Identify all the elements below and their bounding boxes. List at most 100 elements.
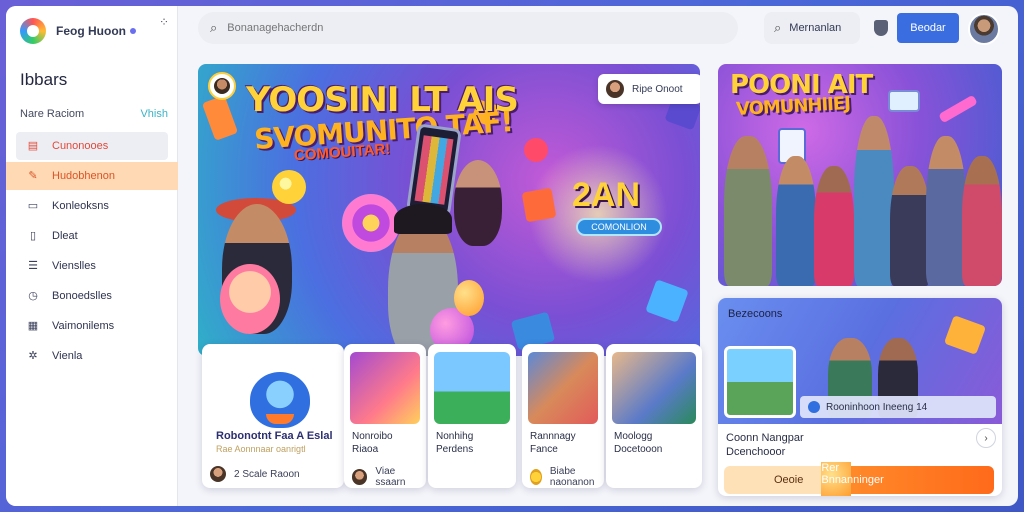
sidebar-item-konleoksns[interactable]: ▭ Konleoksns [16,192,168,220]
right-banner[interactable]: POONI AIT VOMUNHIIEJ [718,64,1002,286]
crowd-person [926,136,966,286]
hero-decoration [938,94,978,124]
sidebar-item-label: Bonoedslles [52,290,112,302]
search-bar[interactable]: ⌕ [198,12,738,44]
card-subtitle: Riaoa [352,444,379,455]
sidebar-item-cunonooes[interactable]: ▤ Cunonooes [16,132,168,160]
sidebar-item-label: Vaimonilems [52,320,115,332]
card-title: Nonhihg [436,431,474,442]
sidebar-item-label: Vienslles [52,260,96,272]
sidebar-item-vienslles[interactable]: ☰ Vienslles [16,252,168,280]
brand[interactable]: Feog Huoon [20,16,170,46]
card-meta: 2 Scale Raoon [210,466,300,482]
sidebar-nav: ▤ Cunonooes ✎ Hudobhenon ▭ Konleoksns ▯ … [6,132,178,372]
card-title: Robonotnt Faa A Eslal [216,430,333,442]
crowd-person [854,116,894,286]
avatar [352,469,368,485]
content-card[interactable]: Nonroibo Riaoa Viae ssaarn [344,344,426,488]
sidebar-subtitle-row: Nare Raciom Vhish [20,108,168,120]
avatar [210,466,226,482]
card-title: Moologg [614,431,653,442]
content-card[interactable]: Rannnagy Fance Biabe naonanon [522,344,604,488]
hero-pill-label: Ripe Onoot [632,83,683,95]
card-title: Nonroibo [352,431,393,442]
clock-icon: ◷ [28,290,38,302]
card-subtitle: Perdens [436,444,474,455]
secondary-search-button[interactable]: ⌕ Mernanlan [764,12,860,44]
sidebar-title: Ibbars [20,70,68,89]
caption-text: Rooninhoon Ineeng 14 [826,401,928,413]
sidebar-item-label: Cunonooes [52,140,109,152]
card-thumbnail [434,352,510,424]
hero-decoration [201,95,239,141]
right-card-caption: Rooninhoon Ineeng 14 [800,396,996,418]
hero-number: 2AN [572,176,641,214]
right-content-card[interactable]: Bezecoons Rooninhoon Ineeng 14 Coonn Nan… [718,298,1002,496]
hero-decoration [521,187,557,223]
shield-icon[interactable] [874,20,888,36]
search-input[interactable] [227,22,708,34]
table-icon: ▦ [27,320,39,332]
card-meta-text: Biabe naonanon [549,466,595,488]
card-subtitle: Fance [530,444,558,455]
sidebar-item-label: Hudobhenon [52,170,116,182]
hero-tag[interactable]: COMONLION [576,218,662,236]
hero-character [272,170,306,204]
card-title: Rannnagy [530,431,576,442]
sidebar-item-bonoedslles[interactable]: ◷ Bonoedslles [16,282,168,310]
hero-person [454,160,502,246]
sidebar: Feog Huoon ⁘ Ibbars Nare Raciom Vhish ▤ … [6,6,178,506]
card-meta: Biabe naonanon [530,466,604,488]
balloon [454,280,484,316]
right-card-thumbnail [724,346,796,418]
content-card[interactable]: Robonotnt Faa A Eslal Rae Aonnnaar oanri… [202,344,344,488]
hero-ring [342,194,400,252]
grid-menu-icon[interactable]: ⁘ [159,15,169,29]
sidebar-item-label: Konleoksns [52,200,109,212]
search-icon: ⌕ [774,20,782,35]
sidebar-item-label: Dleat [52,230,78,242]
sidebar-item-vaimonilems[interactable]: ▦ Vaimonilems [16,312,168,340]
crowd-person [814,166,854,286]
right-card-title: Coonn Nangpar [726,432,804,444]
crowd-person [890,166,930,286]
card-meta: Viae ssaarn [352,466,426,488]
brush-icon: ✎ [28,170,38,182]
hero-avatar-badge [208,72,236,100]
card-meta-text: Viae ssaarn [375,466,406,488]
secondary-search-label: Mernanlan [789,22,842,34]
monster-illustration [250,372,310,428]
sidebar-item-vienla[interactable]: ✲ Vienla [16,342,168,370]
brand-name: Feog Huoon [56,24,126,38]
coin-icon [530,469,542,485]
content-card[interactable]: Moologg Docetooon [606,344,702,488]
hero-decoration [888,90,920,112]
hero-banner[interactable]: YOOSINI LT AIS SVOMUNITO TAF! COMOUITAR!… [198,64,700,356]
right-card-action-button[interactable]: Oeoie Rer Bnnanninger [724,462,994,496]
user-avatar[interactable] [968,13,1000,45]
sidebar-item-dleat[interactable]: ▯ Dleat [16,222,168,250]
list-icon: ☰ [28,260,38,272]
right-card-subtitle: Dcenchooor [726,446,786,458]
search-icon: ⌕ [210,20,218,35]
card-thumbnail [208,352,338,428]
card-meta-text: 2 Scale Raoon [234,468,300,480]
spinner-icon: ✲ [28,350,38,362]
brand-dot-icon [129,28,136,34]
window-icon: ▭ [27,200,39,212]
calendar-icon: ▤ [27,140,39,152]
content-card[interactable]: Nonhihg Perdens [428,344,516,488]
hero-decoration [524,138,548,162]
signin-button[interactable]: Beodar [897,13,959,43]
hero-decoration [943,315,987,355]
hero-decoration [645,279,689,323]
card-thumbnail [612,352,696,424]
document-icon: ▯ [29,230,37,242]
sidebar-subtitle-hint[interactable]: Vhish [140,108,168,120]
hero-profile-pill[interactable]: Ripe Onoot [598,74,700,104]
sidebar-item-hudobhenon[interactable]: ✎ Hudobhenon [6,162,178,190]
chevron-right-icon[interactable]: › [976,428,996,448]
verified-icon [808,401,820,413]
card-thumbnail [350,352,420,424]
crowd-person [776,156,816,286]
